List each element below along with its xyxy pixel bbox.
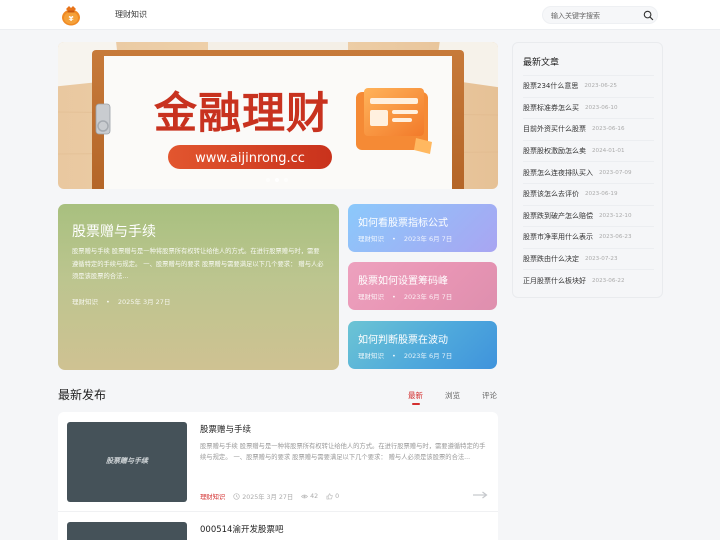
sidebar-item-title[interactable]: 股票跌由什么决定: [523, 254, 579, 264]
article-thumbnail-text: 股票赠与手续: [106, 457, 148, 465]
sidebar-item-date: 2023-06-16: [592, 126, 625, 133]
article-meta: 理财知识 2025年 3月 27日 42 0: [200, 492, 347, 501]
featured-card-small-date: 2023年 6月 7日: [403, 293, 453, 301]
list-item[interactable]: 股票赠与手续 股票赠与手续 股票赠与手续 股票赠与是一种将股票所有权转让给他人的…: [58, 412, 498, 512]
carousel-indicator: [266, 178, 288, 182]
tab-browse[interactable]: 浏览: [445, 390, 460, 401]
search-icon[interactable]: [643, 10, 654, 21]
article-thumbnail[interactable]: [67, 522, 187, 540]
article-desc: 股票赠与手续 股票赠与是一种将股票所有权转让给他人的方式。在进行股票赠与时，需要…: [200, 443, 486, 461]
article-date-group: 2025年 3月 27日: [233, 492, 293, 501]
article-title[interactable]: 000514渝开发股票吧: [200, 523, 283, 535]
sidebar-item[interactable]: 股票跌到破产怎么赔偿 2023-12-10: [523, 204, 654, 227]
arrow-right-icon[interactable]: [472, 491, 488, 499]
sidebar-item-date: 2023-06-23: [599, 234, 632, 241]
featured-card-date: 2025年 3月 27日: [117, 298, 171, 306]
sidebar-title: 最新文章: [523, 58, 560, 68]
sidebar-item-title[interactable]: 股票该怎么去评价: [523, 189, 579, 199]
featured-card-small-meta: 理财知识 • 2023年 6月 7日: [358, 352, 453, 360]
article-views-group: 42: [301, 493, 318, 500]
sidebar-item-title[interactable]: 目前外资买什么股票: [523, 124, 586, 134]
sidebar-latest-articles: 最新文章 股票234什么意思 2023-06-25 股票标准券怎么买 2023-06…: [512, 42, 663, 298]
svg-text:¥: ¥: [69, 15, 74, 23]
sidebar-item[interactable]: 股票市净率用什么表示 2023-06-23: [523, 226, 654, 248]
sidebar-item[interactable]: 股票234什么意思 2023-06-25: [523, 75, 654, 97]
article-category[interactable]: 理财知识: [200, 492, 225, 501]
sidebar-item-date: 2023-06-10: [585, 104, 618, 111]
tab-active-indicator: [412, 403, 420, 405]
featured-card-small-title[interactable]: 股票如何设置筹码峰: [358, 272, 448, 287]
sidebar-item-title[interactable]: 正月股票什么板块好: [523, 276, 586, 286]
sidebar-item[interactable]: 股票怎么连夜排队买入 2023-07-09: [523, 161, 654, 183]
featured-card-small-title[interactable]: 如何判断股票在波动: [358, 331, 448, 346]
banner-carousel[interactable]: 金融理财 www.aijinrong.cc: [58, 42, 498, 189]
eye-icon: [301, 494, 309, 499]
sidebar-item-title[interactable]: 股票跌到破产怎么赔偿: [523, 211, 593, 221]
clock-icon: [233, 493, 240, 500]
sidebar-item-title[interactable]: 股票怎么连夜排队买入: [523, 168, 593, 178]
section-title-latest: 最新发布: [58, 388, 107, 402]
sidebar-item-title[interactable]: 股票标准券怎么买: [523, 103, 579, 113]
sidebar-item-date: 2023-06-19: [585, 191, 618, 198]
featured-card-meta: 理财知识 • 2025年 3月 27日: [72, 298, 171, 306]
sidebar-item-date: 2023-07-23: [585, 256, 618, 263]
article-title[interactable]: 股票赠与手续: [200, 423, 251, 435]
article-date: 2025年 3月 27日: [242, 494, 294, 501]
article-likes: 0: [335, 493, 340, 500]
featured-card-small-category[interactable]: 理财知识: [358, 293, 384, 301]
featured-card-small-meta: 理财知识 • 2023年 6月 7日: [358, 293, 453, 301]
thumb-up-icon[interactable]: [326, 493, 333, 500]
carousel-dot[interactable]: [284, 178, 288, 182]
site-header: ¥ 理财知识: [0, 0, 720, 30]
sidebar-item-date: 2023-12-10: [599, 212, 632, 219]
tab-comment[interactable]: 评论: [482, 390, 497, 401]
search-box: [542, 6, 658, 24]
featured-card-small[interactable]: 如何看股票指标公式 理财知识 • 2023年 6月 7日: [348, 204, 497, 252]
article-thumbnail[interactable]: 股票赠与手续: [67, 422, 187, 502]
featured-card-small-date: 2023年 6月 7日: [403, 352, 453, 360]
sidebar-item-date: 2023-06-25: [584, 83, 617, 90]
sidebar-item-date: 2023-06-22: [592, 277, 625, 284]
sidebar-item-title[interactable]: 股票股权激励怎么卖: [523, 146, 586, 156]
list-item[interactable]: 000514渝开发股票吧: [58, 512, 498, 540]
sidebar-item-title[interactable]: 股票市净率用什么表示: [523, 232, 593, 242]
featured-card-small[interactable]: 如何判断股票在波动 理财知识 • 2023年 6月 7日: [348, 321, 497, 369]
sidebar-item[interactable]: 正月股票什么板块好 2023-06-22: [523, 269, 654, 291]
featured-card-small[interactable]: 股票如何设置筹码峰 理财知识 • 2023年 6月 7日: [348, 262, 497, 310]
article-list: 股票赠与手续 股票赠与手续 股票赠与手续 股票赠与是一种将股票所有权转让给他人的…: [58, 412, 498, 540]
article-views: 42: [310, 493, 319, 500]
sidebar-item[interactable]: 股票股权激励怎么卖 2024-01-01: [523, 139, 654, 162]
sidebar-item-date: 2024-01-01: [592, 148, 625, 155]
banner-image: 金融理财 www.aijinrong.cc: [58, 42, 498, 189]
banner-url: www.aijinrong.cc: [195, 151, 305, 166]
search-input[interactable]: [551, 10, 635, 21]
featured-card-small-category[interactable]: 理财知识: [358, 352, 384, 360]
carousel-dot[interactable]: [266, 178, 270, 182]
featured-card-small-date: 2023年 6月 7日: [403, 235, 453, 243]
sidebar-item[interactable]: 股票该怎么去评价 2023-06-19: [523, 182, 654, 205]
tab-latest[interactable]: 最新: [408, 390, 423, 401]
featured-card-desc: 股票赠与手续 股票赠与是一种将股票所有权转让给他人的方式。在进行股票赠与时，需要…: [72, 248, 324, 280]
banner-headline: 金融理财: [154, 89, 330, 139]
featured-card-category[interactable]: 理财知识: [72, 298, 98, 306]
sidebar-item[interactable]: 目前外资买什么股票 2023-06-16: [523, 118, 654, 140]
featured-card-small-title[interactable]: 如何看股票指标公式: [358, 214, 448, 229]
money-bag-logo[interactable]: ¥: [59, 3, 83, 27]
carousel-dot-active[interactable]: [275, 178, 279, 182]
nav-item-finance-knowledge[interactable]: 理财知识: [115, 9, 147, 20]
featured-card-main[interactable]: 股票赠与手续 股票赠与手续 股票赠与是一种将股票所有权转让给他人的方式。在进行股…: [58, 204, 339, 370]
sidebar-item-title[interactable]: 股票234什么意思: [523, 81, 578, 91]
featured-card-title[interactable]: 股票赠与手续: [72, 221, 156, 241]
sidebar-list: 股票234什么意思 2023-06-25 股票标准券怎么买 2023-06-10 目…: [523, 75, 654, 291]
sidebar-item[interactable]: 股票标准券怎么买 2023-06-10: [523, 96, 654, 119]
sidebar-item-date: 2023-07-09: [599, 169, 632, 176]
featured-card-small-category[interactable]: 理财知识: [358, 235, 384, 243]
sidebar-item[interactable]: 股票跌由什么决定 2023-07-23: [523, 247, 654, 270]
article-likes-group[interactable]: 0: [326, 493, 339, 500]
featured-card-small-meta: 理财知识 • 2023年 6月 7日: [358, 235, 453, 243]
